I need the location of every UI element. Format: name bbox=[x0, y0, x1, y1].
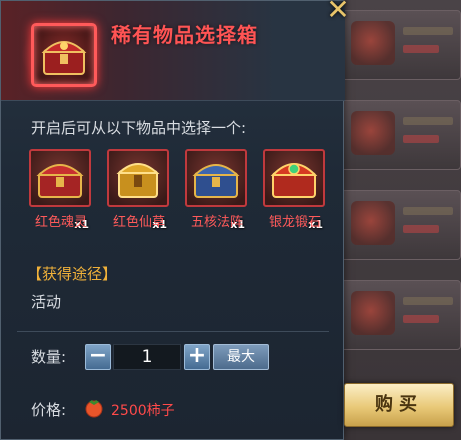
item-choice-3[interactable]: x1 五核法阵 bbox=[185, 149, 249, 235]
background-card bbox=[340, 100, 461, 170]
item-choice-4[interactable]: x1 银龙锻石 bbox=[263, 149, 327, 235]
quantity-minus-button[interactable]: − bbox=[85, 344, 111, 370]
item-name: 红色仙草 bbox=[112, 215, 165, 230]
quantity-max-button[interactable]: 最大 bbox=[213, 344, 269, 370]
price-value: 2500柿子 bbox=[111, 403, 175, 419]
item-choice-2[interactable]: x1 红色仙草 bbox=[107, 149, 171, 235]
item-choices: x1 红色魂灵 x1 红色仙草 x1 五核法阵 x1 银龙锻石 bbox=[29, 149, 329, 235]
rare-chest-icon bbox=[31, 23, 97, 87]
background-card bbox=[340, 280, 461, 350]
persimmon-icon bbox=[85, 400, 103, 418]
background-card bbox=[340, 190, 461, 260]
dialog-header: 稀有物品选择箱 bbox=[1, 1, 345, 101]
divider bbox=[17, 331, 329, 332]
dialog-title: 稀有物品选择箱 bbox=[111, 23, 258, 47]
item-name: 银龙锻石 bbox=[268, 215, 321, 230]
golden-chest-icon bbox=[107, 149, 169, 207]
item-name: 五核法阵 bbox=[190, 215, 243, 230]
quantity-plus-button[interactable]: + bbox=[184, 344, 210, 370]
item-choice-1[interactable]: x1 红色魂灵 bbox=[29, 149, 93, 235]
item-select-dialog: 稀有物品选择箱 ✕ 开启后可从以下物品中选择一个: x1 红色魂灵 x1 红色仙… bbox=[0, 0, 350, 440]
blue-chest-icon bbox=[185, 149, 247, 207]
source-value: 活动 bbox=[31, 293, 62, 311]
red-chest-icon bbox=[29, 149, 91, 207]
item-name: 红色魂灵 bbox=[34, 215, 87, 230]
buy-button[interactable]: 购买 bbox=[344, 383, 454, 427]
red-gold-chest-icon bbox=[263, 149, 325, 207]
background-card bbox=[340, 10, 461, 80]
quantity-label: 数量: bbox=[31, 348, 67, 366]
close-icon[interactable]: ✕ bbox=[323, 0, 353, 25]
quantity-input[interactable]: 1 bbox=[113, 344, 181, 370]
source-title: 【获得途径】 bbox=[27, 265, 118, 283]
dialog-description: 开启后可从以下物品中选择一个: bbox=[31, 119, 247, 137]
price-label: 价格: bbox=[31, 401, 67, 419]
